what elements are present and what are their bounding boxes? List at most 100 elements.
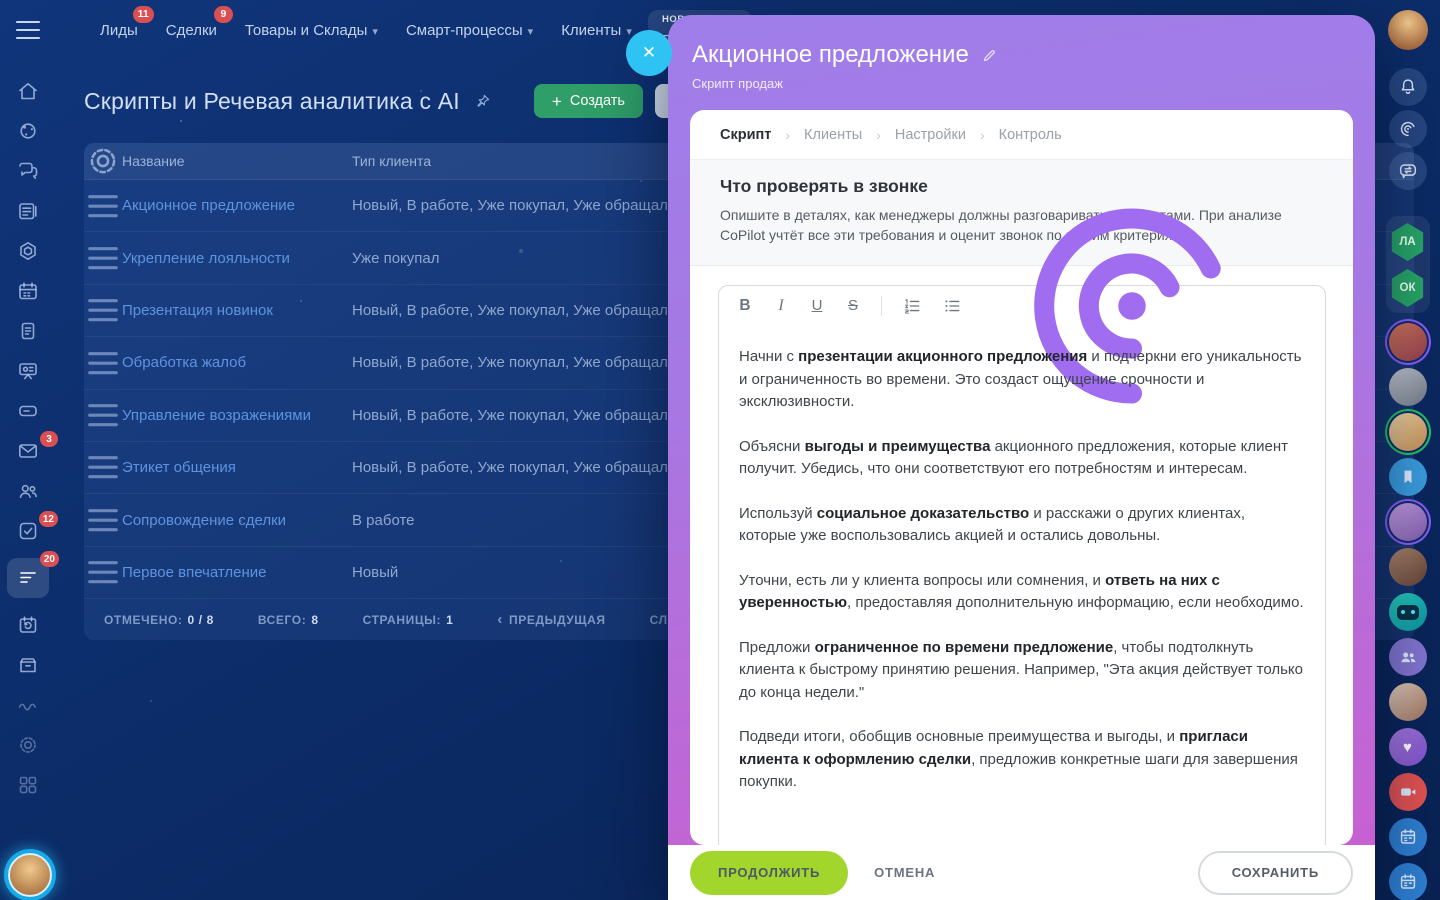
script-name-link[interactable]: Сопровождение сделки bbox=[122, 512, 352, 529]
rail-button-calendar-white[interactable] bbox=[1389, 863, 1427, 900]
rail-button-copilot[interactable] bbox=[1389, 110, 1427, 148]
prev-page-link[interactable]: ‹ПРЕДЫДУЩАЯ bbox=[497, 612, 605, 627]
sidebar-item-calendar[interactable] bbox=[8, 278, 48, 304]
editor-paragraph: Уточни, есть ли у клиента вопросы или со… bbox=[739, 570, 1305, 615]
script-name-link[interactable]: Обработка жалоб bbox=[122, 354, 352, 371]
nav-item-clients[interactable]: Клиенты▾ bbox=[559, 14, 634, 47]
sidebar-item-marketing[interactable] bbox=[8, 358, 48, 384]
sidebar-item-crm[interactable] bbox=[8, 238, 48, 264]
sidebar-item-tasks[interactable]: 12 bbox=[8, 518, 48, 544]
rail-button-bell[interactable] bbox=[1389, 68, 1427, 106]
bookmark-icon bbox=[1397, 466, 1419, 488]
italic-button[interactable]: I bbox=[773, 297, 789, 315]
sidebar-item-drive[interactable] bbox=[8, 398, 48, 424]
modal-subtitle: Скрипт продаж bbox=[692, 76, 1349, 91]
column-header-client-type[interactable]: Тип клиента bbox=[352, 153, 431, 169]
drag-handle-icon[interactable] bbox=[84, 505, 122, 535]
cancel-button[interactable]: ОТМЕНА bbox=[874, 865, 935, 880]
rail-button-invite-users[interactable] bbox=[1389, 638, 1427, 676]
script-name-link[interactable]: Первое впечатление bbox=[122, 564, 352, 581]
hex-initials-badge[interactable]: ОК bbox=[1391, 269, 1425, 307]
wizard-step[interactable]: Настройки bbox=[895, 127, 966, 143]
nav-item-leads[interactable]: Лиды11 bbox=[98, 14, 140, 47]
script-editor: B I U S Начни с презентации акционного п… bbox=[718, 285, 1326, 845]
rail-button-video[interactable] bbox=[1389, 773, 1427, 811]
profile-avatar[interactable] bbox=[1388, 10, 1428, 50]
user-avatar[interactable]: ♥ bbox=[1389, 728, 1427, 766]
sidebar-item-scripts[interactable]: 20 bbox=[7, 558, 49, 598]
page-title: Скрипты и Речевая аналитика с AI bbox=[84, 88, 460, 115]
bot-avatar[interactable] bbox=[1389, 593, 1427, 631]
user-avatar[interactable] bbox=[1389, 323, 1427, 361]
bell-icon bbox=[1397, 76, 1419, 98]
modal-header: Акционное предложение Скрипт продаж bbox=[668, 15, 1375, 91]
user-avatar[interactable] bbox=[1389, 548, 1427, 586]
script-name-link[interactable]: Укрепление лояльности bbox=[122, 250, 352, 267]
table-settings-gear-icon[interactable] bbox=[84, 143, 122, 180]
editor-paragraph: Подведи итоги, обобщив основные преимуще… bbox=[739, 726, 1305, 794]
pin-icon[interactable] bbox=[474, 92, 492, 110]
bold-button[interactable]: B bbox=[737, 297, 753, 315]
wizard-step[interactable]: Скрипт bbox=[720, 127, 771, 143]
rail-button-chat-transfer[interactable] bbox=[1389, 152, 1427, 190]
drag-handle-icon[interactable] bbox=[84, 348, 122, 378]
create-button[interactable]: + Создать bbox=[534, 84, 643, 118]
drag-handle-icon[interactable] bbox=[84, 191, 122, 221]
user-avatar[interactable] bbox=[1389, 413, 1427, 451]
script-name-link[interactable]: Презентация новинок bbox=[122, 302, 352, 319]
sidebar-item-documents[interactable] bbox=[8, 318, 48, 344]
nav-item-smart-processes[interactable]: Смарт-процессы▾ bbox=[404, 14, 535, 47]
ordered-list-icon[interactable] bbox=[902, 296, 922, 316]
nav-item-deals[interactable]: Сделки9 bbox=[164, 14, 219, 47]
menu-hamburger-icon[interactable] bbox=[16, 21, 40, 39]
script-text-editor[interactable]: Начни с презентации акционного предложен… bbox=[719, 325, 1325, 845]
community-icon bbox=[16, 119, 40, 143]
hex-initials-badge[interactable]: ЛА bbox=[1391, 223, 1425, 261]
strikethrough-button[interactable]: S bbox=[845, 297, 861, 314]
chevron-right-icon: › bbox=[785, 127, 790, 143]
wizard-step[interactable]: Контроль bbox=[999, 127, 1062, 143]
home-icon bbox=[16, 79, 40, 103]
drag-handle-icon[interactable] bbox=[84, 400, 122, 430]
rail-button-calendar-white[interactable] bbox=[1389, 818, 1427, 856]
column-header-name[interactable]: Название bbox=[122, 153, 352, 169]
current-user-avatar[interactable] bbox=[8, 853, 52, 897]
bullet-list-icon[interactable] bbox=[942, 296, 962, 316]
user-avatar[interactable] bbox=[1389, 503, 1427, 541]
edit-pencil-icon[interactable] bbox=[981, 47, 998, 64]
drag-handle-icon[interactable] bbox=[84, 452, 122, 482]
sidebar-item-automation[interactable] bbox=[8, 612, 48, 638]
sidebar-item-mail[interactable]: 3 bbox=[8, 438, 48, 464]
sidebar-item-market[interactable] bbox=[8, 772, 48, 798]
drag-handle-icon[interactable] bbox=[84, 295, 122, 325]
drag-handle-icon[interactable] bbox=[84, 557, 122, 587]
drag-handle-icon[interactable] bbox=[84, 243, 122, 273]
sidebar-item-messenger[interactable] bbox=[8, 158, 48, 184]
sign-icon bbox=[16, 653, 40, 677]
script-name-link[interactable]: Управление возражениями bbox=[122, 407, 352, 424]
sidebar-item-community[interactable] bbox=[8, 118, 48, 144]
sidebar-item-telephony[interactable] bbox=[8, 692, 48, 718]
sidebar-item-sign[interactable] bbox=[8, 652, 48, 678]
rail-button-bookmark[interactable] bbox=[1389, 458, 1427, 496]
script-name-link[interactable]: Этикет общения bbox=[122, 459, 352, 476]
marketing-icon bbox=[16, 359, 40, 383]
sidebar-item-news[interactable] bbox=[8, 198, 48, 224]
sidebar-item-home[interactable] bbox=[8, 78, 48, 104]
script-name-link[interactable]: Акционное предложение bbox=[122, 197, 352, 214]
chevron-down-icon: ▾ bbox=[372, 25, 378, 38]
underline-button[interactable]: U bbox=[809, 297, 825, 314]
editor-paragraph: Начни с презентации акционного предложен… bbox=[739, 346, 1305, 414]
messenger-icon bbox=[16, 159, 40, 183]
user-avatar[interactable] bbox=[1389, 368, 1427, 406]
sidebar-item-settings[interactable] bbox=[8, 732, 48, 758]
nav-item-products[interactable]: Товары и Склады▾ bbox=[243, 14, 380, 47]
sidebar-item-people[interactable] bbox=[8, 478, 48, 504]
user-avatar[interactable] bbox=[1389, 683, 1427, 721]
plus-icon: + bbox=[552, 93, 562, 110]
chevron-down-icon: ▾ bbox=[626, 25, 632, 38]
continue-button[interactable]: ПРОДОЛЖИТЬ bbox=[690, 851, 848, 895]
wizard-step[interactable]: Клиенты bbox=[804, 127, 862, 143]
close-icon[interactable]: ✕ bbox=[626, 30, 672, 76]
save-button[interactable]: СОХРАНИТЬ bbox=[1198, 851, 1353, 895]
